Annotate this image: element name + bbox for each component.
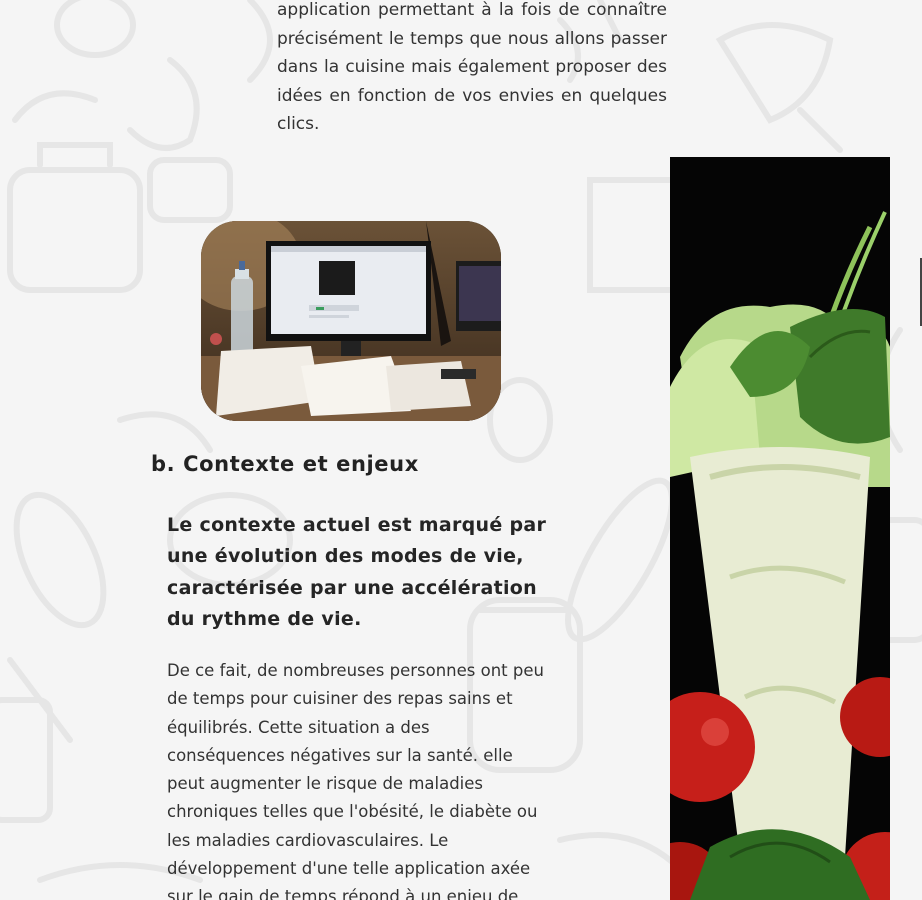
salad-cone-illustration	[670, 157, 890, 900]
desk-setup-photo	[201, 221, 501, 421]
salad-cone-photo	[670, 157, 890, 900]
section-heading: b. Contexte et enjeux	[151, 452, 419, 476]
body-paragraph: De ce fait, de nombreuses personnes ont …	[167, 661, 544, 900]
desk-setup-illustration	[201, 221, 501, 421]
lead-statement: Le contexte actuel est marqué par une év…	[167, 514, 547, 630]
intro-paragraph: application permettant à la fois de conn…	[277, 0, 667, 134]
